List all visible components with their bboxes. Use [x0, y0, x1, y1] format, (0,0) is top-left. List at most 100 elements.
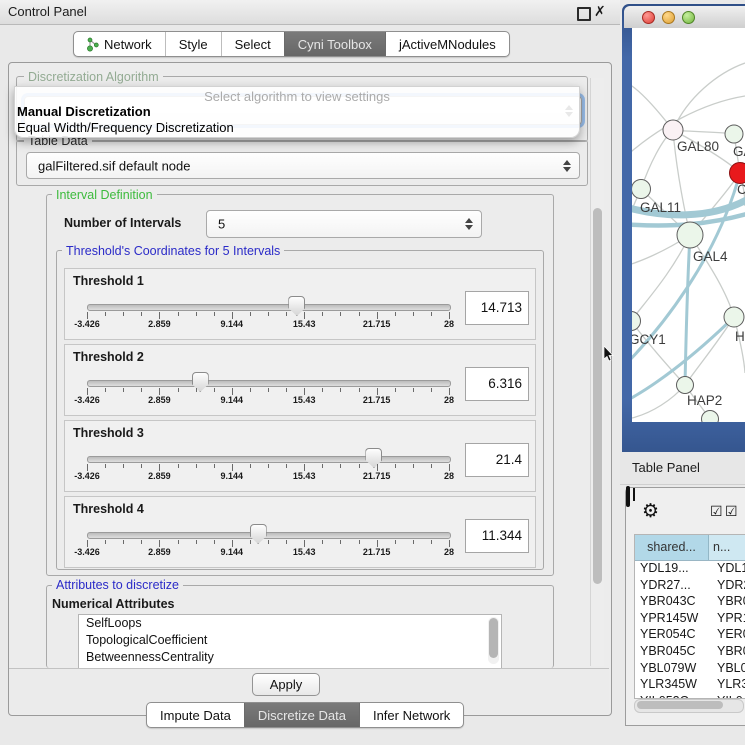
table-cell[interactable]: YLR3... [713, 677, 745, 694]
network-edge[interactable] [685, 235, 690, 385]
tick-mark [395, 464, 396, 468]
network-edge[interactable] [685, 317, 734, 385]
table-hscrollbar[interactable] [634, 699, 744, 713]
tab-style[interactable]: Style [165, 32, 221, 56]
list-item[interactable]: BetweennessCentrality [79, 649, 501, 666]
algorithm-option-equal-width[interactable]: Equal Width/Frequency Discretization [17, 120, 234, 135]
table-row[interactable]: YDR27...YDR2... [635, 578, 745, 595]
column-header-name[interactable]: n... [709, 535, 745, 560]
network-node-label: GA [733, 144, 745, 159]
table-cell[interactable]: YBR045C [635, 644, 713, 661]
bottomtab-impute-data[interactable]: Impute Data [147, 703, 244, 727]
table-cell[interactable]: YPR1... [713, 611, 745, 628]
table-cell[interactable]: YBR0... [713, 644, 745, 661]
table-cell[interactable]: YDL1... [713, 561, 745, 578]
num-intervals-combo[interactable]: 5 [206, 210, 482, 238]
apply-button[interactable]: Apply [252, 673, 320, 696]
close-traffic-light-icon[interactable] [642, 11, 655, 24]
split-view-icon[interactable] [626, 486, 630, 507]
table-cell[interactable]: YLR345W [635, 677, 713, 694]
slider-thumb[interactable] [192, 372, 209, 392]
threshold-value-field[interactable]: 21.4 [465, 443, 529, 477]
table-cell[interactable]: YBR0... [713, 594, 745, 611]
checkbox-icon[interactable]: ☑ [710, 503, 723, 520]
threshold-panel: Threshold 3-3.4262.8599.14415.4321.71528… [64, 420, 536, 492]
network-node[interactable] [730, 163, 745, 184]
table-cell[interactable]: YBR043C [635, 594, 713, 611]
tab-network[interactable]: Network [74, 32, 165, 56]
list-item[interactable]: SelfLoops [79, 615, 501, 632]
tick-mark [377, 540, 378, 547]
slider-track[interactable] [87, 456, 451, 463]
network-node[interactable] [632, 180, 651, 199]
minimize-traffic-light-icon[interactable] [662, 11, 675, 24]
threshold-value-field[interactable]: 14.713 [465, 291, 529, 325]
tick-mark [214, 312, 215, 316]
table-row[interactable]: YLR345WYLR3... [635, 677, 745, 694]
node-table: shared... n... YDL19...YDL1...YDR27...YD… [634, 534, 745, 699]
threshold-value-field[interactable]: 6.316 [465, 367, 529, 401]
network-node[interactable] [663, 120, 683, 140]
table-cell[interactable]: YER054C [635, 627, 713, 644]
network-canvas[interactable]: GAL80GACGAL11GAL4GCY1HHAP2 [632, 28, 745, 422]
table-row[interactable]: YBR045CYBR0... [635, 644, 745, 661]
network-node[interactable] [677, 377, 694, 394]
network-edge[interactable] [632, 385, 685, 418]
checkbox-icon[interactable]: ☑ [725, 503, 738, 520]
threshold-label: Threshold 4 [73, 502, 144, 516]
window-float-icon[interactable] [577, 7, 591, 21]
table-data-combo[interactable]: galFiltered.sif default node [26, 152, 580, 179]
table-cell[interactable]: YDL19... [635, 561, 713, 578]
list-item[interactable]: TopologicalCoefficient [79, 632, 501, 649]
network-edge[interactable] [632, 235, 690, 321]
zoom-traffic-light-icon[interactable] [682, 11, 695, 24]
network-node[interactable] [725, 125, 743, 143]
table-cell[interactable]: YBL079W [635, 661, 713, 678]
slider-thumb[interactable] [250, 524, 267, 544]
table-cell[interactable]: YPR145W [635, 611, 713, 628]
table-cell[interactable]: YDR2... [713, 578, 745, 595]
table-cell[interactable]: YDR27... [635, 578, 713, 595]
tick-mark [377, 388, 378, 395]
network-node[interactable] [632, 312, 641, 331]
network-node[interactable] [702, 411, 719, 423]
network-window-titlebar[interactable] [624, 6, 745, 28]
algorithm-dropdown-popup: Select algorithm to view settings Manual… [14, 86, 580, 138]
tick-mark [268, 464, 269, 468]
algorithm-option-manual[interactable]: Manual Discretization [17, 104, 151, 119]
table-cell[interactable]: YER0... [713, 627, 745, 644]
network-node[interactable] [677, 222, 703, 248]
bottomtab-infer-network[interactable]: Infer Network [359, 703, 463, 727]
threshold-value-field[interactable]: 11.344 [465, 519, 529, 553]
slider-track[interactable] [87, 304, 451, 311]
list-scrollbar[interactable] [488, 617, 499, 664]
tab-cyni-toolbox[interactable]: Cyni Toolbox [284, 32, 385, 56]
slider-track[interactable] [87, 532, 451, 539]
slider-thumb[interactable] [288, 296, 305, 316]
table-row[interactable]: YER054CYER0... [635, 627, 745, 644]
tick-label: 28 [444, 471, 454, 481]
network-edge[interactable] [632, 321, 685, 385]
slider-thumb[interactable] [365, 448, 382, 468]
column-header-shared-name[interactable]: shared... [635, 535, 709, 560]
tab-strip: NetworkStyleSelectCyni ToolboxjActiveMNo… [73, 31, 510, 57]
scrollbar-thumb[interactable] [593, 208, 602, 584]
table-row[interactable]: YBL079WYBL0... [635, 661, 745, 678]
slider-track[interactable] [87, 380, 451, 387]
bottomtab-discretize-data[interactable]: Discretize Data [244, 703, 359, 727]
gear-icon[interactable]: ⚙ [642, 500, 659, 523]
numerical-attributes-label: Numerical Attributes [52, 597, 174, 611]
scrollbar-thumb[interactable] [637, 701, 723, 709]
tick-mark [141, 312, 142, 316]
table-row[interactable]: YBR043CYBR0... [635, 594, 745, 611]
network-node[interactable] [724, 307, 744, 327]
numerical-attributes-list[interactable]: SelfLoopsTopologicalCoefficientBetweenne… [78, 614, 502, 669]
tab-select[interactable]: Select [221, 32, 284, 56]
tab-jactivemnodules[interactable]: jActiveMNodules [385, 32, 509, 56]
table-row[interactable]: YDL19...YDL1... [635, 561, 745, 578]
table-cell[interactable]: YBL0... [713, 661, 745, 678]
panel-scrollbar[interactable] [590, 78, 604, 666]
network-edge[interactable] [673, 63, 745, 130]
close-icon[interactable]: ✗ [594, 3, 606, 20]
table-row[interactable]: YPR145WYPR1... [635, 611, 745, 628]
